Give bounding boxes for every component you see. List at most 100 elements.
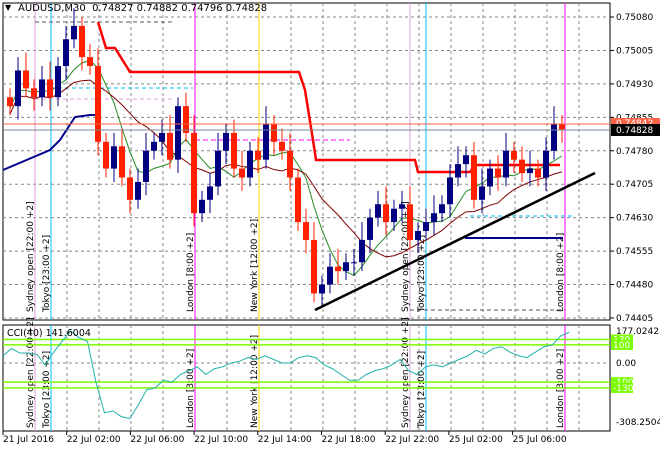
candle-bull (399, 204, 405, 209)
cci-axis-max: 177.0242 (616, 327, 659, 337)
candle-bull (199, 199, 205, 214)
candle-bear (311, 239, 317, 294)
candle-bear (47, 79, 53, 98)
candle-bear (167, 132, 173, 160)
candle-bull (327, 266, 333, 285)
price-label: 0.74480 (616, 281, 653, 291)
candle-bear (23, 70, 29, 89)
candle-bull (375, 204, 381, 218)
candle-bull (207, 186, 213, 200)
candle-bear (103, 141, 109, 169)
trendline (314, 171, 596, 312)
candle-bull (55, 66, 61, 98)
candle-bull (487, 168, 493, 187)
candle-bull (367, 217, 373, 240)
candle-bull (351, 262, 357, 264)
session-label: Sydney open [22:00 +2] (401, 317, 411, 428)
cci-axis-zero: 0.00 (616, 359, 636, 369)
candle-bear (559, 124, 565, 130)
dropdown-arrow-icon[interactable]: ▼ (5, 3, 11, 12)
price-label: 0.75080 (616, 13, 653, 23)
candle-bear (535, 168, 541, 178)
candle-bull (343, 262, 349, 272)
candle-bull (359, 239, 365, 263)
time-label: 25 Jul 06:00 (513, 435, 567, 445)
high-value: 0.74882 (136, 3, 179, 14)
candle-bull (247, 150, 253, 178)
candle-bull (63, 39, 69, 67)
candle-bull (215, 150, 221, 187)
time-label: 22 Jul 02:00 (67, 435, 121, 445)
price-label: 0.74780 (616, 147, 653, 157)
session-label: London [8:00 +2] (186, 233, 196, 312)
price-label: 0.74930 (616, 80, 653, 90)
candle-bull (391, 208, 397, 223)
candle-bear (519, 159, 525, 174)
candle-bull (463, 155, 469, 165)
candle-bear (407, 204, 413, 240)
candle-bear (7, 97, 13, 107)
candle-bull (455, 164, 461, 178)
time-label: 21 Jul 2016 (3, 435, 54, 445)
candle-bull (263, 124, 269, 160)
support-line (2, 114, 97, 171)
candle-bull (503, 150, 509, 178)
candle-bear (119, 146, 125, 178)
candle-bear (335, 266, 341, 272)
candle-bear (295, 177, 301, 223)
candle-bear (183, 106, 189, 133)
cci-line (2, 330, 570, 420)
candle-bear (127, 177, 133, 200)
candle-bull (111, 146, 117, 169)
cci-level-label: 100 (613, 341, 630, 351)
time-label: 22 Jul 10:00 (194, 435, 248, 445)
candle-bear (383, 204, 389, 223)
candle-bear (191, 132, 197, 214)
cci-axis-min: -308.2504 (616, 418, 660, 428)
candle-bull (551, 124, 557, 151)
candle-bear (231, 132, 237, 169)
candle-bear (31, 88, 37, 98)
cci-title: CCI(40) 141.6004 (7, 328, 91, 339)
candle-bull (319, 284, 325, 294)
chart-window[interactable]: 0.750800.750050.749300.748550.747800.747… (0, 0, 660, 450)
candle-bull (175, 106, 181, 160)
time-label: 22 Jul 06:00 (130, 435, 184, 445)
price-label: 0.74705 (616, 180, 653, 190)
candle-bull (151, 141, 157, 151)
price-label: 0.75005 (616, 46, 653, 56)
low-value: 0.74796 (181, 3, 223, 14)
candle-bull (479, 186, 485, 200)
symbol: AUDUSD,M30 (18, 3, 86, 14)
candle-bull (447, 177, 453, 205)
candle-bull (39, 79, 45, 98)
candle-bull (71, 25, 77, 40)
candle-bull (423, 222, 429, 232)
candle-bull (15, 70, 21, 107)
cci-level-label: -130 (613, 384, 634, 394)
chart-canvas[interactable]: 0.750800.750050.749300.748550.747800.747… (0, 0, 660, 450)
chart-title: ▼ AUDUSD,M30 0.74827 0.74882 0.74796 0.7… (5, 3, 268, 14)
session-label: London [8:00 +2] (556, 233, 566, 312)
candle-bull (431, 213, 437, 223)
candle-bear (471, 155, 477, 200)
ma-fast-line (9, 60, 563, 276)
candle-bear (511, 150, 517, 160)
open-value: 0.74827 (92, 3, 134, 14)
candle-bull (135, 181, 141, 200)
price-label: 0.74405 (616, 314, 653, 324)
candle-bear (303, 222, 309, 240)
time-label: 22 Jul 22:00 (385, 435, 439, 445)
candle-bear (255, 150, 261, 160)
price-label: 0.74555 (616, 247, 653, 257)
session-label: Sydney open [22:00 +2] (26, 201, 36, 312)
candle-bear (79, 25, 85, 58)
time-label: 22 Jul 14:00 (258, 435, 312, 445)
candle-bear (495, 168, 501, 178)
candle-bull (439, 204, 445, 214)
session-label: New York [12:00 +2] (250, 219, 260, 312)
close-value: 0.74828 (225, 3, 268, 14)
candle-bull (543, 150, 549, 178)
candle-bear (87, 57, 93, 67)
cci-panel-frame (2, 324, 611, 432)
